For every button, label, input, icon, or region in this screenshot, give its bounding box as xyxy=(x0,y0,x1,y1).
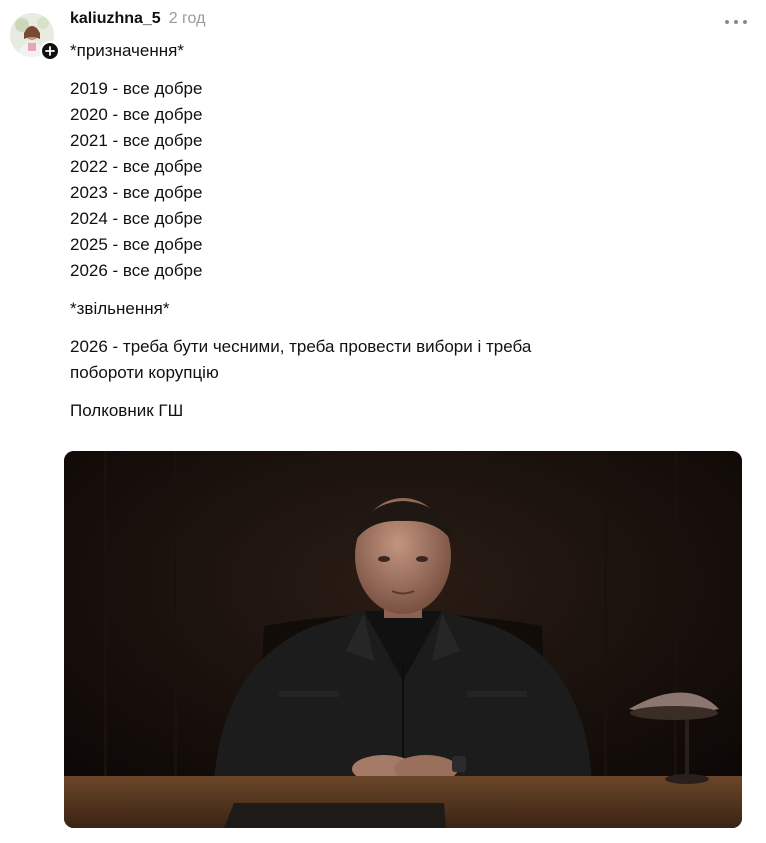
statement-line: побороти корупцію xyxy=(70,363,219,382)
post-paragraph-statement: 2026 - треба бути чесними, треба провест… xyxy=(70,334,630,386)
plus-icon xyxy=(45,46,55,56)
statement-line: 2026 - треба бути чесними, треба провест… xyxy=(70,337,532,356)
year-line: 2019 - все добре xyxy=(70,79,203,98)
author-avatar[interactable] xyxy=(10,13,60,61)
year-list: 2019 - все добре 2020 - все добре 2021 -… xyxy=(70,76,630,284)
follow-button[interactable] xyxy=(40,41,60,61)
author-username[interactable]: kaliuzhna_5 xyxy=(70,10,161,28)
post-paragraph-dismissal: *звільнення* xyxy=(70,299,170,318)
post-header: kaliuzhna_5 2 год xyxy=(70,10,205,34)
post-paragraph-signature: Полковник ГШ xyxy=(70,401,184,420)
year-line: 2023 - все добре xyxy=(70,183,203,202)
post-media-video[interactable] xyxy=(64,451,742,828)
more-options-button[interactable] xyxy=(722,12,750,32)
post-timestamp[interactable]: 2 год xyxy=(169,10,206,28)
year-line: 2025 - все добре xyxy=(70,235,203,254)
post-paragraph-intro: *призначення* xyxy=(70,41,184,60)
year-line: 2026 - все добре xyxy=(70,261,203,280)
more-horizontal-icon xyxy=(725,20,747,24)
thread-post: kaliuzhna_5 2 год *призначення* 2019 - в… xyxy=(0,0,766,843)
year-line: 2021 - все добре xyxy=(70,131,203,150)
video-frame-image xyxy=(64,451,742,828)
post-text: *призначення* 2019 - все добре 2020 - вс… xyxy=(70,38,630,436)
year-line: 2022 - все добре xyxy=(70,157,203,176)
year-line: 2024 - все добре xyxy=(70,209,203,228)
year-line: 2020 - все добре xyxy=(70,105,203,124)
